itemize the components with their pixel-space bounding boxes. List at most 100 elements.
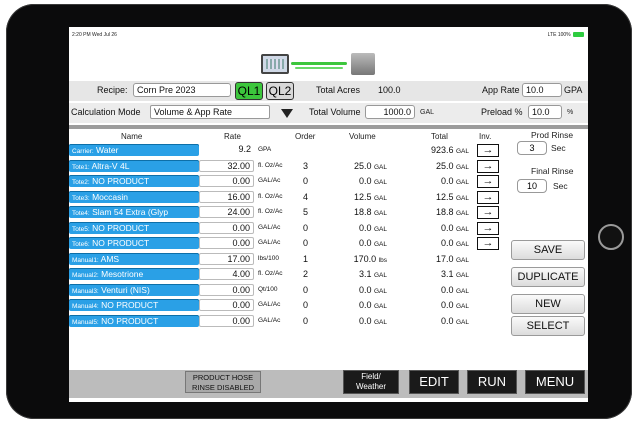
product-name: Water [96,145,119,155]
inventory-arrow-icon[interactable]: → [477,144,499,157]
volume-unit: GAL [373,241,387,248]
inventory-arrow-icon[interactable]: → [477,221,499,235]
slot-prefix: Tote4: [72,210,90,217]
slot-prefix: Manual4: [72,303,99,310]
total-volume-unit: GAL [420,109,435,116]
final-rinse-field[interactable]: 10 [517,179,547,193]
product-name: AMS [100,253,120,264]
app-rate-field[interactable]: 10.0 [522,83,562,97]
rate-unit: GAL/Ac [258,177,281,184]
product-name-button[interactable]: Tote4: Slam 54 Extra (Glyp [69,206,199,218]
home-button[interactable] [598,224,624,250]
volume-cell: 18.8 GAL [327,207,387,217]
field-weather-line1: Field/ [361,372,381,381]
total-unit: GAL [455,163,469,171]
inventory-arrow-icon[interactable]: → [477,159,499,173]
volume-cell: 0.0 GAL [327,316,387,326]
inventory-arrow-icon[interactable]: → [477,206,499,219]
product-name-button[interactable]: Manual4: NO PRODUCT [69,299,199,311]
product-name-button[interactable]: Manual3: Venturi (NIS) [69,283,199,296]
rate-field[interactable]: 0.00 [199,175,254,187]
volume-cell: 0.0 GAL [327,285,387,295]
order-value: 1 [303,253,309,264]
product-name-button[interactable]: Tote1: Altra-V 4L [69,159,199,172]
tablet-frame: 2:20 PM Wed Jul 26 LTE 100% Recipe: Corn… [6,4,632,419]
product-name-button[interactable]: Manual1: AMS [69,252,199,265]
volume-value: 0.0 [358,284,372,295]
product-name-button[interactable]: Tote6: NO PRODUCT [69,237,199,249]
rate-field[interactable]: 0.00 [199,314,254,327]
prod-rinse-field[interactable]: 3 [517,141,547,155]
inventory-arrow-icon[interactable]: → [477,175,499,188]
col-inv: Inv. [479,132,492,141]
total-cell: 25.0 GAL [399,161,469,171]
preload-field[interactable]: 10.0 [528,105,562,119]
rate-field[interactable]: 16.00 [199,190,254,203]
product-name-button[interactable]: Tote3: Moccasin [69,190,199,203]
rate-unit: Qt/100 [258,285,278,293]
app-rate-label: App Rate [482,85,520,95]
total-acres-label: Total Acres [316,85,361,95]
product-name-button[interactable]: Tote5: NO PRODUCT [69,221,199,234]
total-unit: GAL [455,303,469,310]
total-cell: 12.5 GAL [399,192,469,202]
final-rinse-label: Final Rinse [531,166,574,176]
select-button[interactable]: SELECT [511,316,585,336]
order-value: 0 [303,238,309,248]
slot-prefix: Manual5: [72,318,99,326]
total-unit: GAL [455,272,469,279]
product-name: Venturi (NIS) [101,284,150,295]
rate-field[interactable]: 0.00 [199,283,254,296]
rate-field[interactable]: 0.00 [199,299,254,311]
volume-cell: 25.0 GAL [327,161,387,171]
connection-line2-icon [295,67,343,69]
volume-unit: GAL [373,225,387,233]
slot-prefix: Manual1: [72,256,99,264]
table-row: Manual4: NO PRODUCT 0.00 GAL/Ac 0 0.0 GAL 0.0… [69,299,509,312]
product-name-button[interactable]: Carrier: Water [69,144,199,156]
table-row: Manual1: AMS 17.00 lbs/100 1 170.0 lbs 17.0 G… [69,252,509,266]
recipe-field[interactable]: Corn Pre 2023 [133,83,231,97]
field-weather-button[interactable]: Field/ Weather [343,370,399,394]
volume-value: 0.0 [358,176,372,186]
ql1-button[interactable]: QL1 [235,82,263,100]
product-name-button[interactable]: Manual5: NO PRODUCT [69,314,199,327]
run-button[interactable]: RUN [467,370,517,394]
volume-unit: GAL [373,272,387,279]
edit-button[interactable]: EDIT [409,370,459,394]
divider [69,125,588,129]
table-row: Tote2: NO PRODUCT 0.00 GAL/Ac 0 0.0 GAL 0.0 G… [69,175,509,188]
volume-cell: 0.0 GAL [327,238,387,248]
new-button[interactable]: NEW [511,294,585,314]
order-value: 0 [303,315,309,326]
ql2-button[interactable]: QL2 [266,82,294,100]
rate-field[interactable]: 4.00 [199,268,254,280]
col-name: Name [121,132,143,141]
volume-value: 0.0 [358,300,372,310]
prod-rinse-unit: Sec [551,143,566,153]
product-name-button[interactable]: Tote2: NO PRODUCT [69,175,199,187]
bottom-toolbar: PRODUCT HOSE RINSE DISABLED Field/ Weath… [69,370,588,398]
dropdown-arrow-icon[interactable] [281,109,293,118]
duplicate-button[interactable]: DUPLICATE [511,267,585,287]
inventory-arrow-icon[interactable]: → [477,190,499,204]
volume-cell: 0.0 GAL [327,223,387,233]
calc-mode-select[interactable]: Volume & App Rate [150,105,270,119]
rate-field[interactable]: 17.00 [199,252,254,265]
save-button[interactable]: SAVE [511,240,585,260]
inventory-arrow-icon[interactable]: → [477,237,499,250]
rate-field[interactable]: 0.00 [199,221,254,234]
rate-field[interactable]: 0.00 [199,237,254,249]
app-screen: 2:20 PM Wed Jul 26 LTE 100% Recipe: Corn… [69,27,588,402]
rate-field[interactable]: 24.00 [199,206,254,218]
rate-field[interactable]: 32.00 [199,159,254,172]
volume-value: 170.0 [353,253,377,264]
menu-button[interactable]: MENU [525,370,585,394]
total-value: 0.0 [440,222,454,233]
rate-unit: GAL/Ac [258,239,281,246]
product-name-button[interactable]: Manual2: Mesotrione [69,268,199,280]
total-cell: 3.1 GAL [399,269,469,279]
slot-prefix: Tote5: [72,225,90,233]
total-volume-field[interactable]: 1000.0 [365,105,415,119]
volume-value: 25.0 [353,160,372,171]
